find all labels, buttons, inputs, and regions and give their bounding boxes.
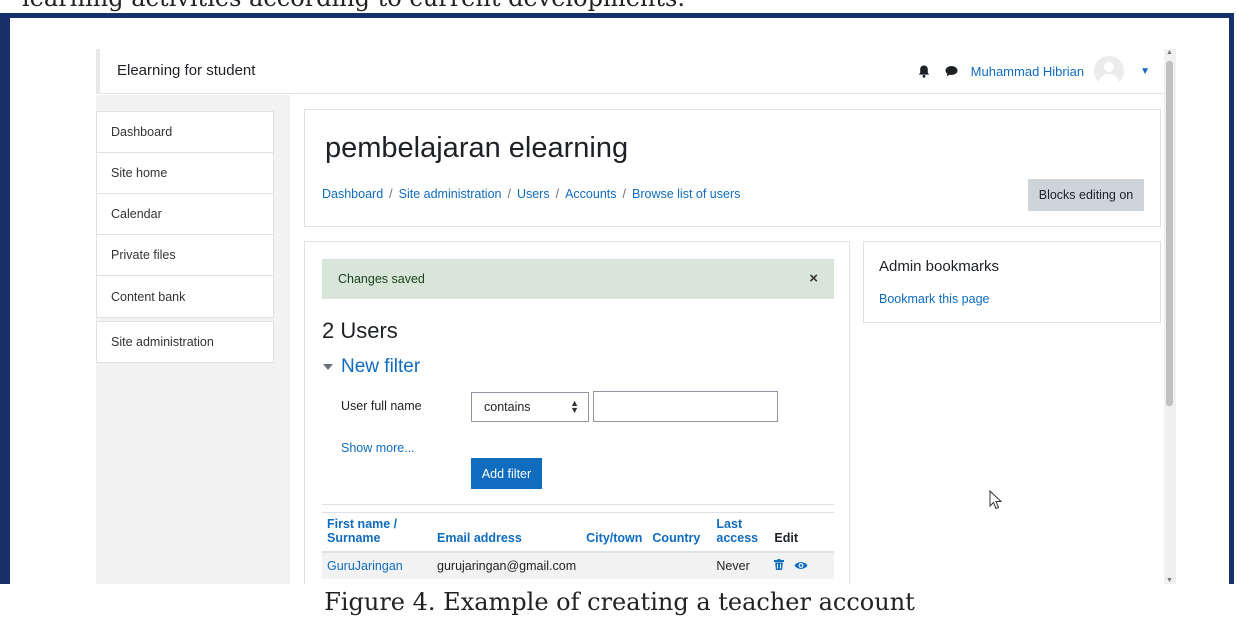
select-arrows-icon: ▲ ▼ — [570, 398, 579, 415]
moodle-screenshot: Elearning for student Muhammad Hibrian ▼… — [96, 49, 1176, 584]
close-icon[interactable]: × — [809, 270, 818, 287]
bookmark-page-link[interactable]: Bookmark this page — [879, 292, 989, 306]
changes-saved-alert: Changes saved × — [322, 259, 834, 299]
breadcrumb-users[interactable]: Users — [517, 187, 550, 201]
filter-operator-value: contains — [484, 400, 531, 414]
add-filter-button[interactable]: Add filter — [471, 458, 542, 489]
breadcrumb-separator: / — [389, 187, 393, 201]
site-brand[interactable]: Elearning for student — [117, 62, 255, 79]
column-header-city[interactable]: City/town — [581, 512, 648, 553]
nav-drawer-admin-list: Site administration — [96, 321, 274, 363]
breadcrumb: Dashboard / Site administration / Users … — [322, 187, 740, 201]
user-menu-name[interactable]: Muhammad Hibrian — [971, 64, 1084, 79]
navbar-user-area: Muhammad Hibrian ▼ — [915, 56, 1150, 86]
breadcrumb-separator: / — [555, 187, 560, 201]
top-navbar: Elearning for student Muhammad Hibrian ▼ — [96, 49, 1164, 94]
breadcrumb-dashboard[interactable]: Dashboard — [322, 187, 383, 201]
nav-drawer: Dashboard Site home Calendar Private fil… — [96, 95, 290, 584]
column-header-country[interactable]: Country — [647, 512, 712, 553]
chat-icon[interactable] — [943, 62, 961, 80]
filter-value-input[interactable] — [593, 391, 778, 422]
user-last-access: Never — [711, 552, 770, 579]
user-country — [647, 552, 712, 579]
main-content: Changes saved × 2 Users New filter User … — [304, 241, 850, 584]
alert-message: Changes saved — [338, 272, 425, 286]
page-header: pembelajaran elearning Dashboard / Site … — [304, 109, 1161, 227]
drawer-item-calendar[interactable]: Calendar — [97, 194, 273, 235]
filter-operator-select[interactable]: contains ▲ ▼ — [471, 392, 589, 422]
filter-field-label: User full name — [341, 399, 422, 413]
document-top-text: learning activities according to current… — [22, 0, 685, 12]
page-scrollbar[interactable]: ▲ ▼ — [1164, 49, 1176, 584]
blocks-editing-button[interactable]: Blocks editing on — [1028, 179, 1144, 211]
scroll-up-icon[interactable]: ▲ — [1166, 49, 1173, 56]
drawer-item-site-home[interactable]: Site home — [97, 153, 273, 194]
table-row: GuruJaringan gurujaringan@gmail.com Neve… — [322, 552, 834, 579]
user-avatar[interactable] — [1094, 56, 1125, 86]
user-name-link[interactable]: GuruJaringan — [322, 552, 432, 579]
page-title: pembelajaran elearning — [325, 132, 629, 164]
drawer-item-private-files[interactable]: Private files — [97, 235, 273, 276]
user-edit-actions — [769, 552, 834, 579]
scrollbar-thumb[interactable] — [1166, 61, 1173, 406]
column-header-name[interactable]: First name / Surname — [322, 512, 432, 553]
user-email: gurujaringan@gmail.com — [432, 552, 582, 579]
show-more-link[interactable]: Show more... — [341, 441, 415, 455]
nav-drawer-list: Dashboard Site home Calendar Private fil… — [96, 111, 274, 318]
breadcrumb-separator: / — [622, 187, 626, 201]
caret-down-icon — [323, 364, 333, 370]
trash-icon[interactable] — [774, 559, 785, 573]
figure-caption: Figure 4. Example of creating a teacher … — [324, 588, 915, 616]
admin-bookmarks-title: Admin bookmarks — [879, 258, 1000, 275]
breadcrumb-accounts[interactable]: Accounts — [565, 187, 616, 201]
bell-icon[interactable] — [915, 62, 933, 80]
divider — [322, 504, 834, 505]
column-header-email[interactable]: Email address — [432, 512, 582, 553]
new-filter-toggle[interactable]: New filter — [323, 356, 420, 378]
drawer-item-content-bank[interactable]: Content bank — [97, 276, 273, 317]
screenshot-frame: Elearning for student Muhammad Hibrian ▼… — [0, 13, 1234, 584]
users-table: First name / Surname Email address City/… — [322, 512, 834, 579]
eye-icon[interactable] — [794, 559, 808, 573]
chevron-down-icon[interactable]: ▼ — [1140, 66, 1150, 77]
drawer-item-dashboard[interactable]: Dashboard — [97, 112, 273, 153]
admin-bookmarks-block: Admin bookmarks Bookmark this page — [863, 241, 1161, 323]
column-header-last-access[interactable]: Last access — [711, 512, 770, 553]
breadcrumb-site-administration[interactable]: Site administration — [399, 187, 502, 201]
user-city — [581, 552, 648, 579]
column-header-edit: Edit — [769, 512, 834, 553]
drawer-item-site-administration[interactable]: Site administration — [97, 322, 273, 362]
breadcrumb-browse-users[interactable]: Browse list of users — [632, 187, 740, 201]
scroll-down-icon[interactable]: ▼ — [1166, 577, 1173, 584]
new-filter-label: New filter — [341, 356, 421, 377]
breadcrumb-separator: / — [507, 187, 511, 201]
users-count-heading: 2 Users — [322, 318, 398, 343]
mouse-pointer-icon — [989, 489, 1003, 515]
